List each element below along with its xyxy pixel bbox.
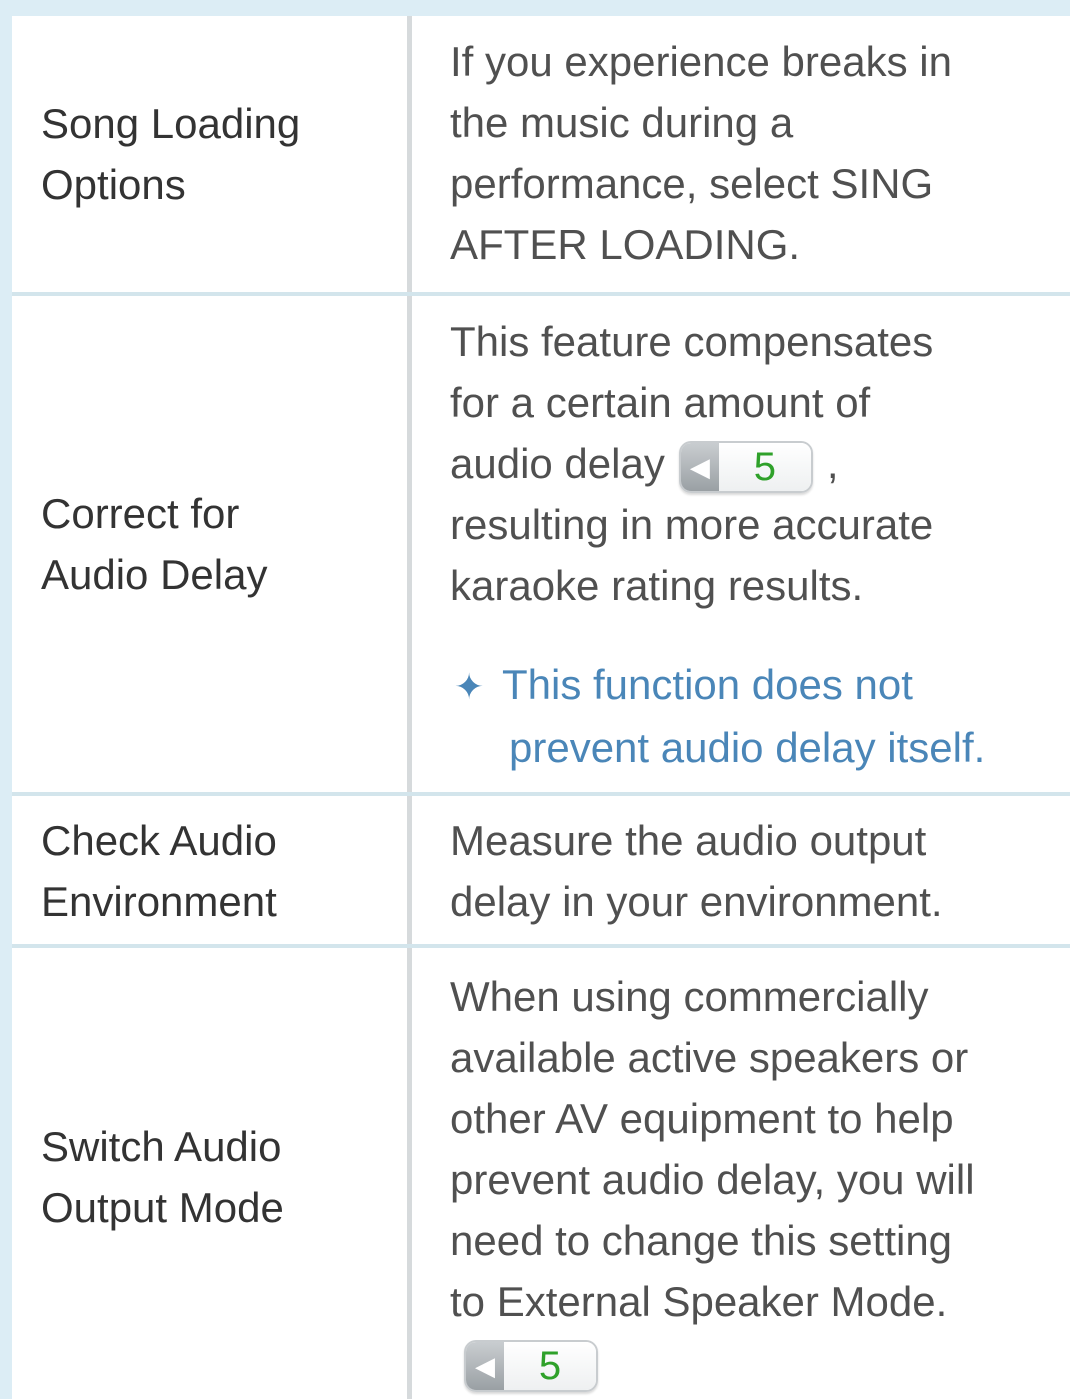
row-label: Switch Audio Output Mode xyxy=(41,1123,284,1231)
diamond-icon: ✦ xyxy=(454,666,485,707)
row-description: Measure the audio output delay in your e… xyxy=(450,817,943,925)
row-description: If you experience breaks in the music du… xyxy=(450,38,952,268)
page-reference-button[interactable]: ◀ 5 xyxy=(678,440,813,493)
row-label: Correct for Audio Delay xyxy=(41,490,268,598)
page-reference-button[interactable]: ◀ 5 xyxy=(464,1339,598,1392)
note: ✦ This function does not prevent audio de… xyxy=(454,654,1070,778)
settings-table: Song Loading Options If you experience b… xyxy=(12,16,1070,1399)
back-arrow-icon: ◀ xyxy=(466,1341,504,1390)
table-row: Song Loading Options If you experience b… xyxy=(12,16,1070,292)
row-description: This feature compensates for a certain a… xyxy=(450,318,934,609)
row-label: Song Loading Options xyxy=(41,100,301,208)
table-row: Check Audio Environment Measure the audi… xyxy=(12,796,1070,944)
page-number: 5 xyxy=(718,442,811,491)
back-arrow-icon: ◀ xyxy=(680,442,719,491)
page-number: 5 xyxy=(504,1341,596,1390)
row-label: Check Audio Environment xyxy=(41,817,277,925)
table-row: Switch Audio Output Mode When using comm… xyxy=(12,948,1070,1399)
row-description: When using commercially available active… xyxy=(450,966,1070,1393)
table-row: Correct for Audio Delay This feature com… xyxy=(12,296,1070,792)
